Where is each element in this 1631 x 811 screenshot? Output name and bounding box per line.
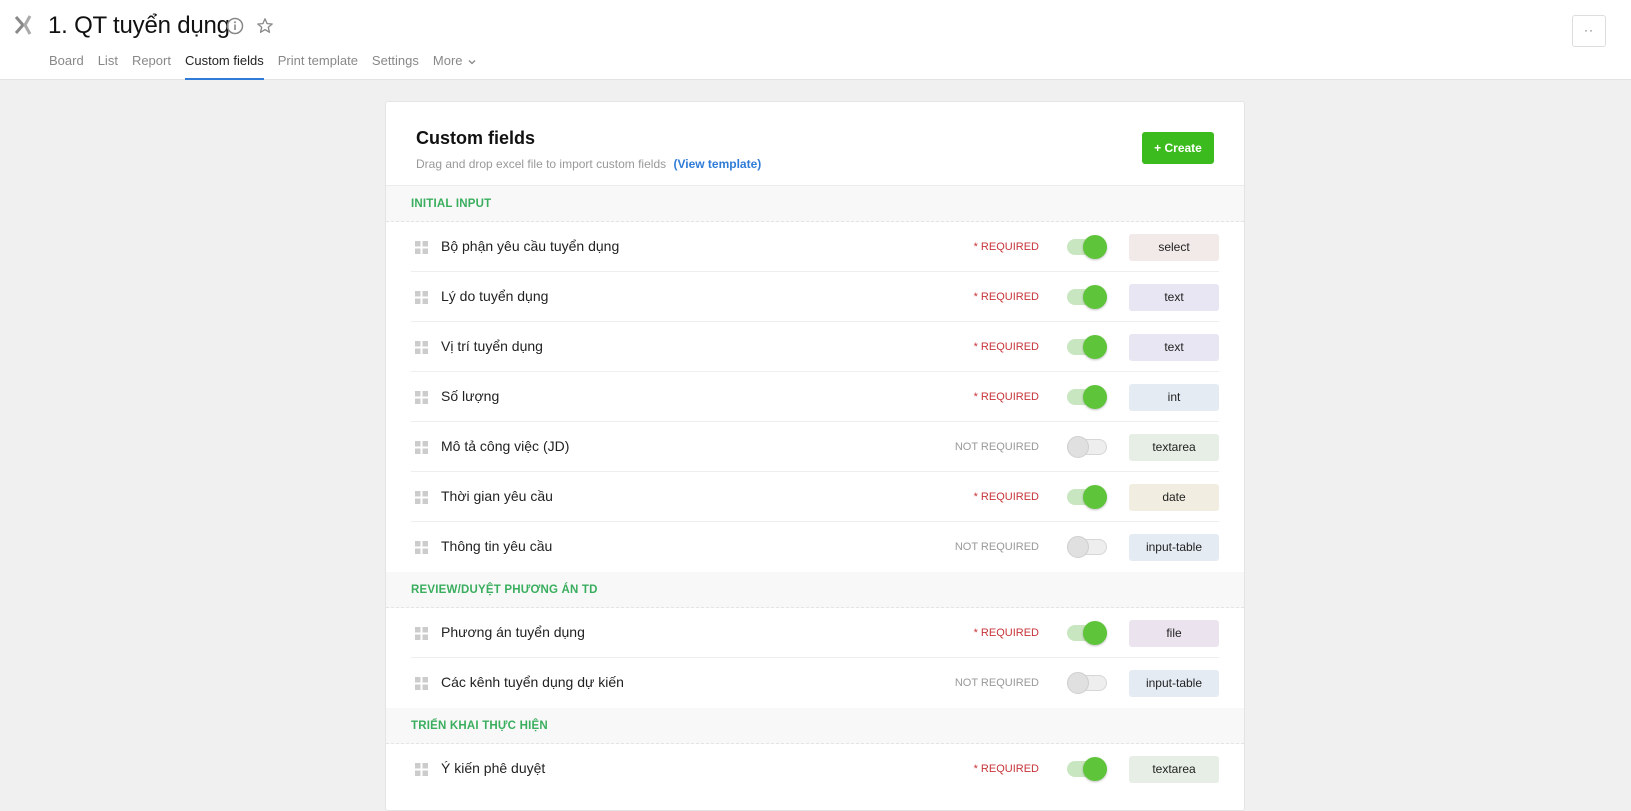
required-toggle[interactable] (1067, 235, 1107, 259)
drag-handle-icon[interactable] (415, 291, 428, 304)
field-type-badge[interactable]: text (1129, 334, 1219, 361)
tab-board[interactable]: Board (49, 52, 91, 80)
required-status: NOT REQUIRED (954, 677, 1039, 689)
info-icon[interactable] (225, 16, 245, 36)
drag-handle-icon[interactable] (415, 441, 428, 454)
toggle-knob (1083, 235, 1107, 259)
field-label: Lý do tuyển dụng (441, 288, 549, 304)
required-status: NOT REQUIRED (954, 441, 1039, 453)
create-button[interactable]: + Create (1142, 132, 1214, 164)
toggle-knob (1083, 621, 1107, 645)
tab-more[interactable]: More (426, 52, 484, 80)
required-status: * REQUIRED (973, 627, 1039, 639)
toggle-knob (1067, 672, 1089, 694)
field-row: Lý do tuyển dụng * REQUIRED text (411, 272, 1219, 322)
required-toggle[interactable] (1067, 485, 1107, 509)
star-icon[interactable] (255, 16, 275, 36)
page-title: 1. QT tuyển dụng (48, 12, 230, 39)
page-header: 1. QT tuyển dụng Board List Report Custo… (0, 0, 1631, 80)
field-row: Phương án tuyển dụng * REQUIRED file (411, 608, 1219, 658)
field-row: Các kênh tuyển dụng dự kiến NOT REQUIRED i… (386, 658, 1244, 708)
field-type-badge[interactable]: int (1129, 384, 1219, 411)
toggle-knob (1083, 485, 1107, 509)
toggle-knob (1083, 757, 1107, 781)
tab-print-template[interactable]: Print template (271, 52, 365, 80)
field-row: Số lượng * REQUIRED int (411, 372, 1219, 422)
field-type-badge[interactable]: textarea (1129, 756, 1219, 783)
drag-handle-icon[interactable] (415, 677, 428, 690)
required-toggle[interactable] (1067, 285, 1107, 309)
tab-report[interactable]: Report (125, 52, 178, 80)
field-row: Mô tả công việc (JD) NOT REQUIRED textarea (411, 422, 1219, 472)
field-label: Vị trí tuyển dụng (441, 338, 543, 354)
app-logo-icon[interactable] (14, 14, 36, 36)
title-actions (225, 16, 275, 36)
field-row: Bộ phận yêu cầu tuyển dụng * REQUIRED sele… (411, 222, 1219, 272)
field-label: Phương án tuyển dụng (441, 624, 585, 640)
more-options-button[interactable]: ·· (1572, 15, 1606, 47)
import-hint: Drag and drop excel file to import custo… (416, 157, 667, 171)
required-toggle[interactable] (1067, 535, 1107, 559)
field-type-badge[interactable]: date (1129, 484, 1219, 511)
field-type-badge[interactable]: textarea (1129, 434, 1219, 461)
custom-fields-panel: Custom fields Drag and drop excel file t… (385, 101, 1245, 811)
drag-handle-icon[interactable] (415, 491, 428, 504)
drag-handle-icon[interactable] (415, 541, 428, 554)
field-label: Thời gian yêu cầu (441, 488, 553, 504)
field-row: Thông tin yêu cầu NOT REQUIRED input-table (386, 522, 1244, 572)
panel-title: Custom fields (416, 128, 536, 148)
drag-handle-icon[interactable] (415, 763, 428, 776)
drag-handle-icon[interactable] (415, 627, 428, 640)
required-status: NOT REQUIRED (954, 541, 1039, 553)
required-toggle[interactable] (1067, 621, 1107, 645)
required-status: * REQUIRED (973, 491, 1039, 503)
toggle-knob (1083, 335, 1107, 359)
field-row: Vị trí tuyển dụng * REQUIRED text (411, 322, 1219, 372)
tab-list[interactable]: List (91, 52, 125, 80)
drag-handle-icon[interactable] (415, 341, 428, 354)
required-status: * REQUIRED (973, 341, 1039, 353)
field-sections: INITIAL INPUT Bộ phận yêu cầu tuyển dụng *… (386, 186, 1244, 794)
required-status: * REQUIRED (973, 241, 1039, 253)
required-status: * REQUIRED (973, 291, 1039, 303)
field-type-badge[interactable]: input-table (1129, 670, 1219, 697)
field-type-badge[interactable]: text (1129, 284, 1219, 311)
toggle-knob (1067, 436, 1089, 458)
toggle-knob (1083, 285, 1107, 309)
field-type-badge[interactable]: input-table (1129, 534, 1219, 561)
section-header: TRIỂN KHAI THỰC HIỆN (386, 708, 1244, 744)
tab-more-label: More (432, 53, 463, 68)
section-header: REVIEW/DUYỆT PHƯƠNG ÁN TD (386, 572, 1244, 608)
field-row: Thời gian yêu cầu * REQUIRED date (411, 472, 1219, 522)
tab-settings[interactable]: Settings (365, 52, 426, 80)
required-toggle[interactable] (1067, 335, 1107, 359)
field-row: Ý kiến phê duyệt * REQUIRED textarea (386, 744, 1244, 794)
required-status: * REQUIRED (973, 391, 1039, 403)
field-label: Số lượng (441, 388, 500, 404)
view-template-link[interactable]: (View template) (673, 157, 761, 171)
nav-tabs: Board List Report Custom fields Print te… (49, 52, 484, 80)
required-toggle[interactable] (1067, 757, 1107, 781)
panel-subtitle: Drag and drop excel file to import custo… (416, 157, 761, 171)
field-type-badge[interactable]: select (1129, 234, 1219, 261)
panel-header: Custom fields Drag and drop excel file t… (386, 102, 1244, 186)
toggle-knob (1083, 385, 1107, 409)
drag-handle-icon[interactable] (415, 241, 428, 254)
field-type-badge[interactable]: file (1129, 620, 1219, 647)
chevron-down-icon (468, 60, 475, 65)
section-header: INITIAL INPUT (386, 186, 1244, 222)
required-toggle[interactable] (1067, 435, 1107, 459)
required-toggle[interactable] (1067, 671, 1107, 695)
field-label: Mô tả công việc (JD) (441, 438, 570, 454)
tab-custom-fields[interactable]: Custom fields (178, 52, 271, 80)
field-label: Thông tin yêu cầu (441, 538, 553, 554)
field-label: Các kênh tuyển dụng dự kiến (441, 674, 624, 690)
field-label: Bộ phận yêu cầu tuyển dụng (441, 238, 620, 254)
drag-handle-icon[interactable] (415, 391, 428, 404)
required-status: * REQUIRED (973, 763, 1039, 775)
required-toggle[interactable] (1067, 385, 1107, 409)
field-label: Ý kiến phê duyệt (441, 760, 546, 776)
toggle-knob (1067, 536, 1089, 558)
